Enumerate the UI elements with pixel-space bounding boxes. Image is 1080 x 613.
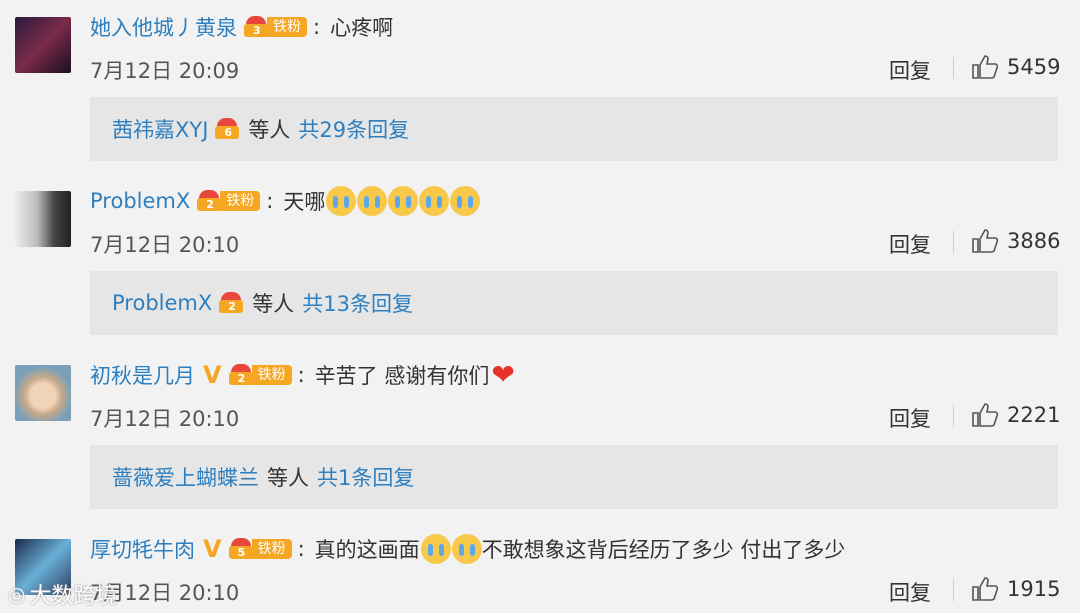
divider <box>953 405 954 427</box>
reply-count-link[interactable]: 共1条回复 <box>317 462 414 492</box>
colon: : <box>313 15 321 39</box>
reply-username[interactable]: 茜祎嘉XYJ <box>112 114 208 144</box>
comment-header: 她入他城丿黄泉 3 铁粉 : 心疼啊 <box>90 12 393 42</box>
timestamp: 7月12日 20:10 <box>90 233 240 257</box>
reply-button[interactable]: 回复 <box>889 55 931 85</box>
like-count: 1915 <box>1007 577 1061 601</box>
colon: : <box>297 537 305 561</box>
crown-icon: 2 <box>196 190 222 212</box>
fan-badge-label: 铁粉 <box>267 17 307 37</box>
comment-text-continued: 不敢想象这背后经历了多少 付出了多少 <box>481 538 846 562</box>
username[interactable]: ProblemX <box>90 189 190 213</box>
weibo-logo-icon: ◎ <box>8 582 26 606</box>
reply-preview[interactable]: ProblemX 2 等人 共13条回复 <box>90 271 1058 335</box>
reply-preview[interactable]: 蔷薇爱上蝴蝶兰 等人 共1条回复 <box>90 445 1058 509</box>
username[interactable]: 厚切牦牛肉 <box>90 534 195 564</box>
fan-badge-label: 铁粉 <box>251 539 292 559</box>
reply-username[interactable]: ProblemX <box>112 291 212 315</box>
comment-header: 初秋是几月 V 2 铁粉 : 辛苦了 感谢有你们 ❤ <box>90 360 515 390</box>
comment-text: 辛苦了 感谢有你们 <box>314 364 490 388</box>
reply-button[interactable]: 回复 <box>889 403 931 433</box>
fan-badge[interactable]: 2 铁粉 <box>196 190 261 212</box>
crying-emoji-icon <box>420 534 451 564</box>
thumbs-up-icon[interactable] <box>971 228 999 254</box>
colon: : <box>266 189 274 213</box>
crown-icon: 6 <box>214 118 240 140</box>
avatar[interactable] <box>15 17 71 73</box>
avatar[interactable] <box>15 191 71 247</box>
reply-button[interactable]: 回复 <box>889 229 931 259</box>
divider <box>953 231 954 253</box>
timestamp: 7月12日 20:09 <box>90 59 240 83</box>
reply-middle: 等人 <box>248 118 291 142</box>
crying-emoji-icon <box>326 186 357 216</box>
colon: : <box>297 363 305 387</box>
crying-emoji-icon <box>388 186 419 216</box>
crying-emoji-icon <box>357 186 388 216</box>
like-count: 2221 <box>1007 403 1061 427</box>
crying-emoji-icon <box>450 186 481 216</box>
crying-emoji-icon <box>451 534 482 564</box>
fan-badge[interactable]: 3 铁粉 <box>243 16 307 38</box>
avatar[interactable] <box>15 365 71 421</box>
username[interactable]: 初秋是几月 <box>90 360 195 390</box>
reply-middle: 等人 <box>252 292 295 316</box>
thumbs-up-icon[interactable] <box>971 576 999 602</box>
crown-icon: 3 <box>243 16 269 38</box>
crown-icon: 5 <box>228 538 254 560</box>
heart-icon: ❤ <box>491 358 515 391</box>
watermark: ◎ 大数跨境 <box>8 578 117 610</box>
watermark-text: 大数跨境 <box>29 584 118 609</box>
fan-badge[interactable]: 2 铁粉 <box>228 364 292 386</box>
verified-icon: V <box>203 361 222 389</box>
thumbs-up-icon[interactable] <box>971 54 999 80</box>
verified-icon: V <box>203 535 222 563</box>
reply-button[interactable]: 回复 <box>889 577 931 607</box>
comment-header: 厚切牦牛肉 V 5 铁粉 : 真的这画面 不敢想象这背后经历了多少 付出了多少 <box>90 534 845 564</box>
crying-emoji-icon <box>419 186 450 216</box>
comment-text: 心疼啊 <box>330 16 394 40</box>
comment-text: 天哪 <box>283 190 326 214</box>
comment-text: 真的这画面 <box>314 538 420 562</box>
timestamp: 7月12日 20:10 <box>90 407 240 431</box>
reply-count-link[interactable]: 共29条回复 <box>298 114 409 144</box>
reply-preview[interactable]: 茜祎嘉XYJ 6 等人 共29条回复 <box>90 97 1058 161</box>
username[interactable]: 她入他城丿黄泉 <box>90 12 237 42</box>
reply-count-link[interactable]: 共13条回复 <box>302 288 413 318</box>
crown-icon: 2 <box>228 364 254 386</box>
reply-username[interactable]: 蔷薇爱上蝴蝶兰 <box>112 462 259 492</box>
like-count: 3886 <box>1007 229 1061 253</box>
fan-badge[interactable]: 5 铁粉 <box>228 538 292 560</box>
reply-middle: 等人 <box>267 466 309 490</box>
crown-icon: 2 <box>218 292 244 314</box>
divider <box>953 57 954 79</box>
fan-badge-label: 铁粉 <box>251 365 292 385</box>
divider <box>953 579 954 601</box>
fan-badge-label: 铁粉 <box>220 191 261 211</box>
thumbs-up-icon[interactable] <box>971 402 999 428</box>
comment-header: ProblemX 2 铁粉 : 天哪 <box>90 186 481 216</box>
like-count: 5459 <box>1007 55 1061 79</box>
